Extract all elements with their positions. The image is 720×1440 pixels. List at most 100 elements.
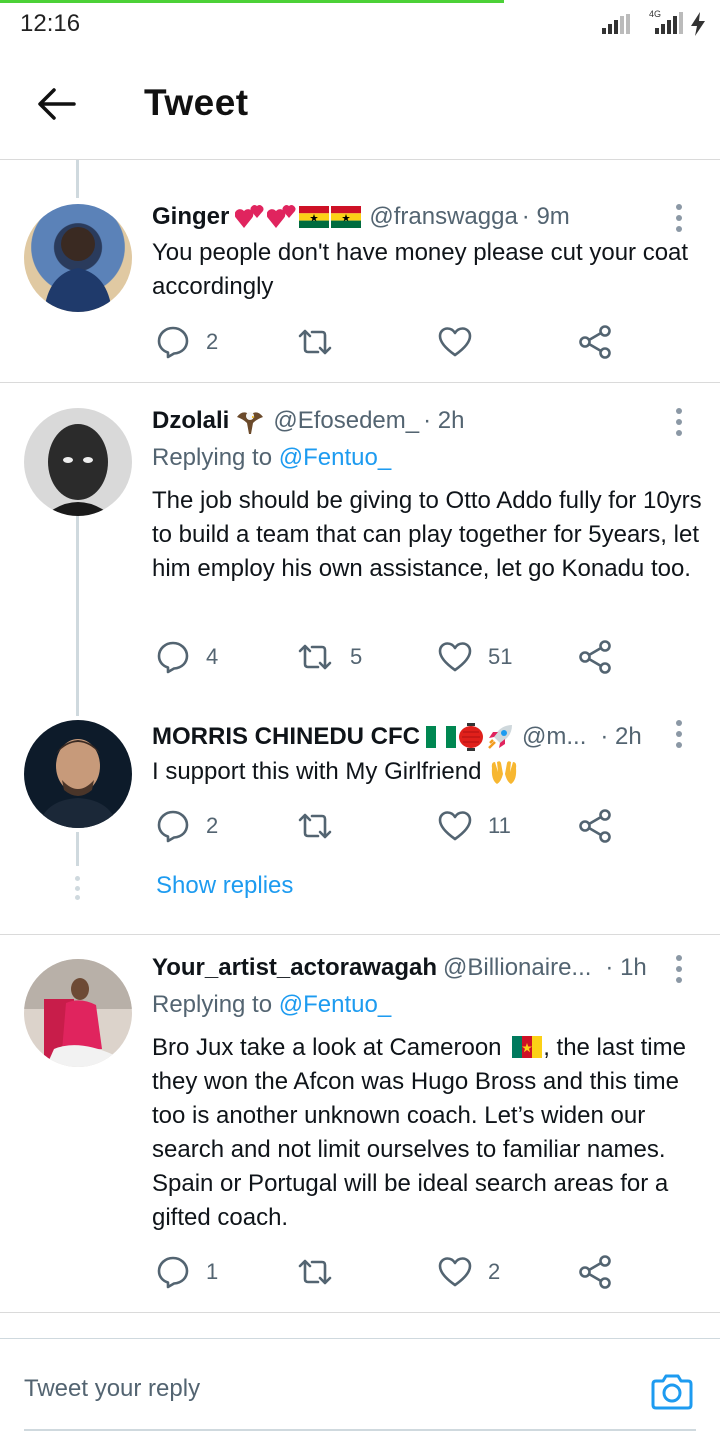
retweet-icon [298,329,332,355]
like-button[interactable] [438,322,488,362]
retweet-count: 5 [350,644,363,669]
tweet-text-row: I support this with My Girlfriend [152,755,702,789]
tweet-time: · 2h [423,407,465,434]
author-name[interactable]: Dzolali [152,407,229,435]
page-title: Tweet [144,82,249,123]
tweet-text: The job should be giving to Otto Addo fu… [152,487,702,582]
author-handle[interactable]: @franswagga [369,203,517,231]
tweet[interactable]: Dzolali @Efosedem_ · 2h Replying to @Fen… [0,384,720,694]
nigeria-flag-icon [426,726,456,748]
two-hearts-icon [235,205,264,228]
retweet-icon [298,813,332,839]
share-button[interactable] [578,322,612,362]
tweet[interactable]: MORRIS CHINEDU CFC @m... · 2h I support … [0,700,720,860]
avatar[interactable] [24,720,132,828]
reply-button[interactable]: 1 [156,1252,218,1292]
heart-icon [438,1257,472,1287]
reply-count: 1 [206,1259,219,1284]
replying-mention[interactable]: @Fentuo_ [279,444,391,471]
more-options-icon[interactable] [676,204,682,232]
reply-count: 2 [206,329,219,354]
back-arrow-icon[interactable] [36,86,76,122]
reply-button[interactable]: 2 [156,806,218,846]
retweet-button[interactable] [296,806,350,846]
reply-button[interactable]: 2 [156,322,218,362]
like-count: 51 [488,644,513,669]
tweet-actions: 4 5 51 [152,637,632,677]
author-name[interactable]: Your_artist_actorawagah [152,954,437,982]
ghana-flag-icon [331,206,362,228]
status-time: 12:16 [20,10,81,37]
tweet-text-rest: , the last time they won the Afcon was H… [152,1034,686,1231]
retweet-button[interactable]: 5 [296,637,362,677]
retweet-icon [298,1259,332,1285]
status-bar: 12:16 4G [0,0,720,50]
more-options-icon[interactable] [676,408,682,436]
like-button[interactable]: 51 [438,637,512,677]
thread-gap-dots [75,876,81,900]
reply-input[interactable]: Tweet your reply [24,1375,200,1403]
tweet-text: You people don't have money please cut y… [152,239,689,300]
reply-icon [157,1256,189,1289]
avatar[interactable] [24,408,132,516]
red-lantern-icon [459,723,483,751]
author-handle[interactable]: @m... [522,723,586,751]
heart-icon [438,811,472,841]
tweet-actions: 2 11 [152,806,632,846]
signal-icon [602,14,630,34]
retweet-icon [298,644,332,670]
retweet-button[interactable] [296,1252,350,1292]
tweet-header: Dzolali @Efosedem_ · 2h [152,404,652,438]
more-options-icon[interactable] [676,955,682,983]
author-handle[interactable]: @Efosedem_ [273,407,419,435]
tweet-time: · 9m [521,203,570,230]
reply-count: 4 [206,644,219,669]
share-icon [579,809,611,843]
replying-label: Replying to [152,991,273,1018]
share-icon [579,1255,611,1289]
tweet[interactable]: Ginger @franswagga · 9m You people don't… [0,160,720,383]
tweet-text: Bro Jux take a look at Cameroon , the la… [152,1031,702,1235]
author-handle[interactable]: @Billionaire... [443,954,591,982]
show-replies-link[interactable]: Show replies [156,872,293,900]
author-name[interactable]: MORRIS CHINEDU CFC [152,723,420,751]
charging-icon [691,12,705,36]
retweet-button[interactable] [296,322,350,362]
open-hands-icon [492,761,517,784]
name-emoji [235,204,362,230]
header: Tweet [0,50,720,160]
reply-input-underline [24,1429,696,1431]
tweet-text: I support this with My Girlfriend [152,758,482,785]
replying-label: Replying to [152,444,273,471]
name-emoji [426,723,514,751]
tweet-actions: 1 2 [152,1252,632,1292]
avatar[interactable] [24,959,132,1067]
more-options-icon[interactable] [676,720,682,748]
replying-to: Replying to @Fentuo_ [152,991,391,1019]
two-hearts-icon [267,205,296,228]
reply-icon [157,326,189,359]
heart-icon [438,642,472,672]
tweet-header: Your_artist_actorawagah @Billionaire... … [152,951,652,985]
tweet[interactable]: Your_artist_actorawagah @Billionaire... … [0,935,720,1313]
replying-mention[interactable]: @Fentuo_ [279,991,391,1018]
tweet-header: MORRIS CHINEDU CFC @m... · 2h [152,720,652,754]
like-button[interactable]: 11 [438,806,511,846]
author-name[interactable]: Ginger [152,203,229,231]
share-button[interactable] [578,637,612,677]
like-button[interactable]: 2 [438,1252,500,1292]
svg-text:4G: 4G [649,9,661,19]
name-emoji [235,407,265,435]
reply-button[interactable]: 4 [156,637,218,677]
signal-4g-icon: 4G [649,9,683,34]
avatar[interactable] [24,204,132,312]
share-button[interactable] [578,806,612,846]
camera-icon[interactable] [650,1371,694,1411]
rocket-icon [488,725,512,749]
like-count: 2 [488,1259,501,1284]
tweet-actions: 2 [152,322,632,362]
cameroon-flag-icon [512,1036,543,1058]
share-button[interactable] [578,1252,612,1292]
share-icon [579,640,611,674]
replying-to: Replying to @Fentuo_ [152,444,391,472]
